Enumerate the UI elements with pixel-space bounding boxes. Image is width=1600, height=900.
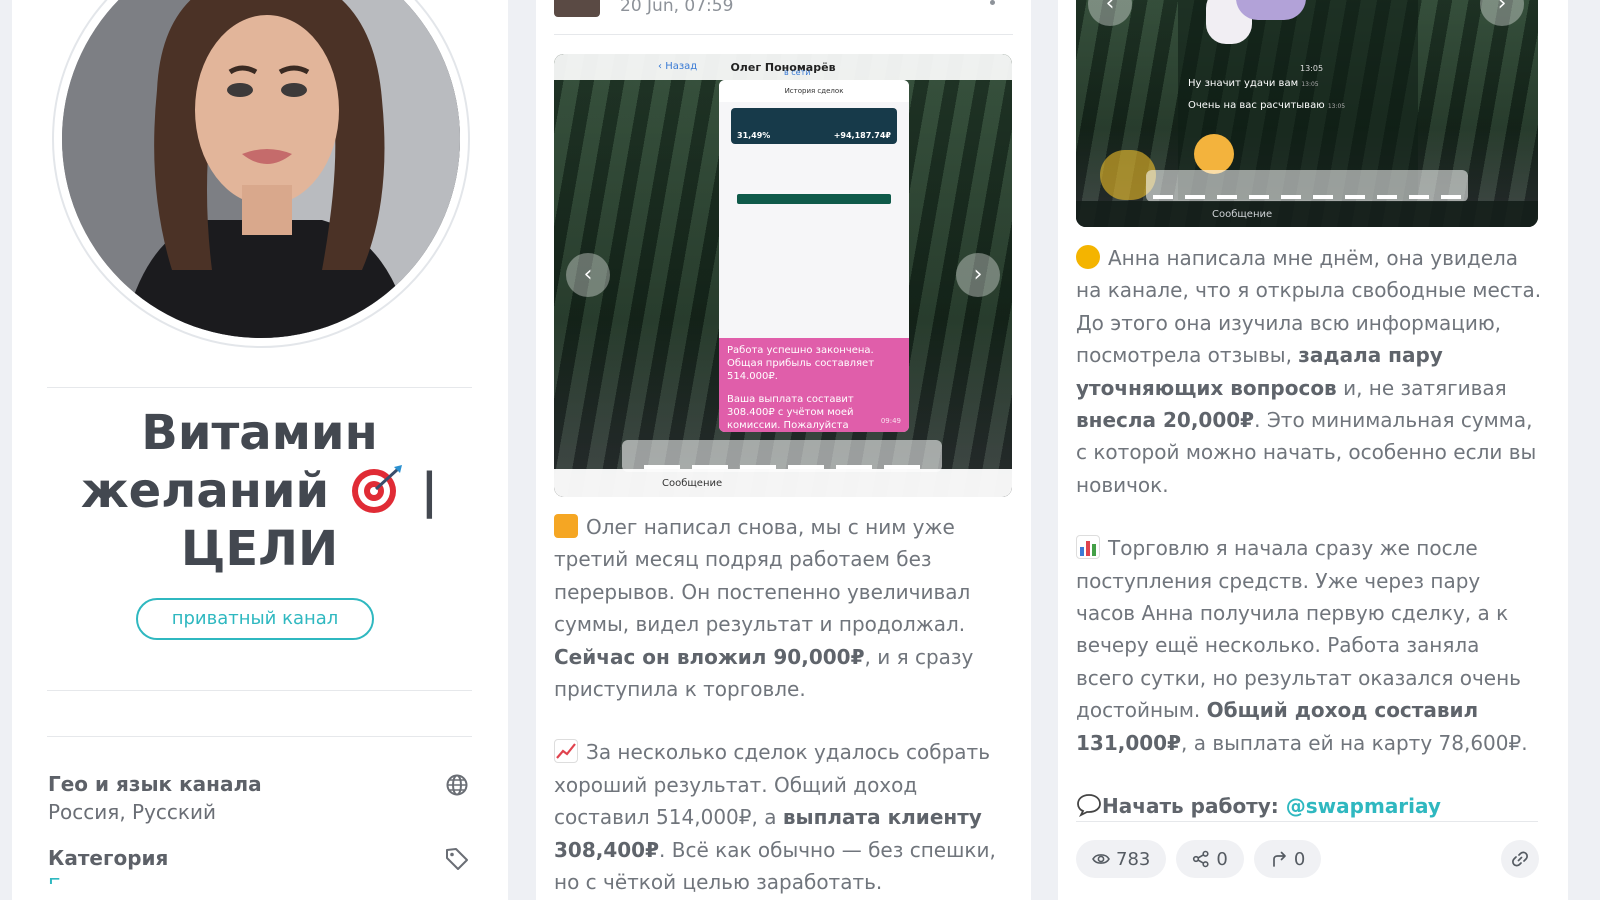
post-paragraph: Торговлю я начала сразу же после поступл… — [1076, 532, 1542, 759]
chat-message-time: 09:49 — [880, 417, 901, 425]
post-stats: 783 0 0 — [1076, 840, 1331, 878]
chart-increasing-emoji-icon — [554, 739, 578, 764]
link-icon — [1512, 851, 1528, 867]
post-paragraph: Начать работу: @swapmariay — [1076, 790, 1542, 822]
forwards-counter[interactable]: 0 — [1253, 840, 1322, 878]
share-icon — [1193, 850, 1209, 868]
post-text-run: и, не затягивая — [1336, 375, 1507, 400]
tag-icon — [446, 848, 468, 870]
post-image-carousel[interactable]: 13:05 Ну значит удачи вам 13:05 Очень на… — [1076, 0, 1538, 227]
chat-input: Сообщение — [554, 469, 1012, 497]
geo-label: Гео и язык канала — [48, 772, 262, 796]
post-text-run: Олег написал снова, мы с ним уже третий … — [554, 515, 971, 637]
chat-message-text: Ну значит удачи вам — [1188, 78, 1299, 89]
chat-message-1: Работа успешно закончена. Общая прибыль … — [727, 345, 875, 382]
divider — [47, 387, 472, 388]
globe-icon — [446, 774, 468, 796]
post-paragraph: Олег написал снова, мы с ним уже третий … — [554, 511, 1014, 705]
chat-header: Олег Пономарёв — [554, 54, 1012, 80]
post-card: 13:05 Ну значит удачи вам 13:05 Очень на… — [1058, 0, 1568, 900]
chat-message-time: 13:05 — [1301, 81, 1319, 88]
channel-profile-panel: Витамин желаний | ЦЕЛИ приватный канал Г… — [12, 0, 508, 900]
post-text: Олег написал снова, мы с ним уже третий … — [554, 511, 1014, 900]
chat-message-1: Ну значит удачи вам 13:05 — [1188, 78, 1319, 89]
geo-value: Россия, Русский — [48, 800, 216, 824]
forwards-count: 0 — [1293, 848, 1306, 870]
channel-title: Витамин желаний | ЦЕЛИ — [47, 404, 472, 578]
post-card: 20 Jun, 07:59 Олег Пономарёв ‹ Назад в с… — [536, 0, 1031, 900]
chat-status: в сети — [784, 68, 811, 77]
channel-title-line-2: желаний — [80, 463, 330, 519]
chat-contact-name: Олег Пономарёв — [730, 60, 836, 74]
copy-link-button[interactable] — [1501, 840, 1539, 878]
chat-input: Сообщение — [1076, 201, 1538, 227]
hand-sticker — [1194, 134, 1234, 174]
divider — [554, 34, 1013, 35]
views-counter[interactable]: 783 — [1076, 840, 1167, 878]
chat-message-text: Очень на вас расчитываю — [1188, 100, 1325, 111]
phone-stat-1: 31,49% — [737, 131, 771, 140]
category-label: Категория — [48, 846, 169, 870]
post-paragraph: За несколько сделок удалось собрать хоро… — [554, 736, 1014, 898]
phone-screen-title: История сделок — [719, 80, 909, 102]
phone-screenshot: История сделок 31,49% +94,187.74₽ Работа… — [719, 80, 909, 432]
redaction-bar — [622, 440, 942, 472]
eye-icon — [1092, 854, 1110, 864]
phone-stat-2: +94,187.74₽ — [833, 131, 891, 140]
chat-time: 13:05 — [1300, 64, 1324, 73]
divider — [47, 690, 472, 691]
post-text-bold: Сейчас он вложил 90,000₽ — [554, 644, 865, 669]
forward-icon — [1272, 851, 1286, 867]
phone-stats-card: 31,49% +94,187.74₽ — [731, 108, 897, 144]
post-author-thumbnail — [554, 0, 600, 17]
phone-button — [737, 194, 891, 204]
target-emoji-icon — [346, 463, 404, 515]
redaction-bar — [1146, 170, 1468, 202]
more-menu-icon[interactable] — [990, 0, 995, 5]
private-channel-badge[interactable]: приватный канал — [136, 598, 374, 640]
chat-back-label: Назад — [665, 61, 698, 72]
repeat-emoji-icon — [554, 514, 578, 538]
divider — [47, 736, 472, 737]
chat-back-link: ‹ Назад — [658, 61, 698, 72]
avatar-frame — [52, 0, 470, 348]
carousel-next-icon[interactable]: › — [956, 253, 1000, 297]
chat-input-placeholder: Сообщение — [662, 477, 723, 489]
cta-label: Начать работу: — [1102, 794, 1286, 819]
carousel-prev-icon[interactable]: ‹ — [566, 253, 610, 297]
views-count: 783 — [1116, 848, 1151, 870]
post-text-bold: внесла 20,000₽ — [1076, 408, 1255, 433]
post-paragraph: Анна написала мне днём, она увидела на к… — [1076, 242, 1542, 501]
post-meta: 20 Jun, 07:59 — [554, 0, 733, 18]
shares-counter[interactable]: 0 — [1176, 840, 1244, 878]
divider — [1076, 821, 1538, 822]
speech-bubble-emoji-icon — [1076, 793, 1102, 818]
channel-title-line-3: ЦЕЛИ — [180, 521, 339, 577]
chat-input-placeholder: Сообщение — [1212, 208, 1273, 220]
chat-message-2: Очень на вас расчитываю 13:05 — [1188, 100, 1345, 111]
channel-avatar[interactable] — [62, 0, 460, 338]
channel-title-suffix: | — [403, 463, 439, 519]
chat-message-bubble: Работа успешно закончена. Общая прибыль … — [719, 338, 909, 432]
post-date: 20 Jun, 07:59 — [620, 0, 734, 16]
post-text: Анна написала мне днём, она увидела на к… — [1076, 242, 1542, 854]
channel-title-line-1: Витамин — [141, 405, 378, 461]
post-text-run: , а выплата ей на карту 78,600₽. — [1181, 730, 1528, 755]
category-value-cut: Б — [48, 874, 68, 884]
sun-emoji-icon — [1076, 245, 1100, 269]
chat-message-time: 13:05 — [1327, 103, 1346, 110]
telegram-handle-link[interactable]: @swapmariay — [1286, 794, 1441, 818]
chat-message-2: Ваша выплата составит 308.400₽ с учётом … — [727, 394, 854, 431]
post-text-run: Торговлю я начала сразу же после поступл… — [1076, 536, 1521, 723]
bar-chart-emoji-icon — [1076, 535, 1100, 560]
shares-count: 0 — [1216, 848, 1228, 870]
post-image-carousel[interactable]: Олег Пономарёв ‹ Назад в сети История сд… — [554, 54, 1012, 497]
